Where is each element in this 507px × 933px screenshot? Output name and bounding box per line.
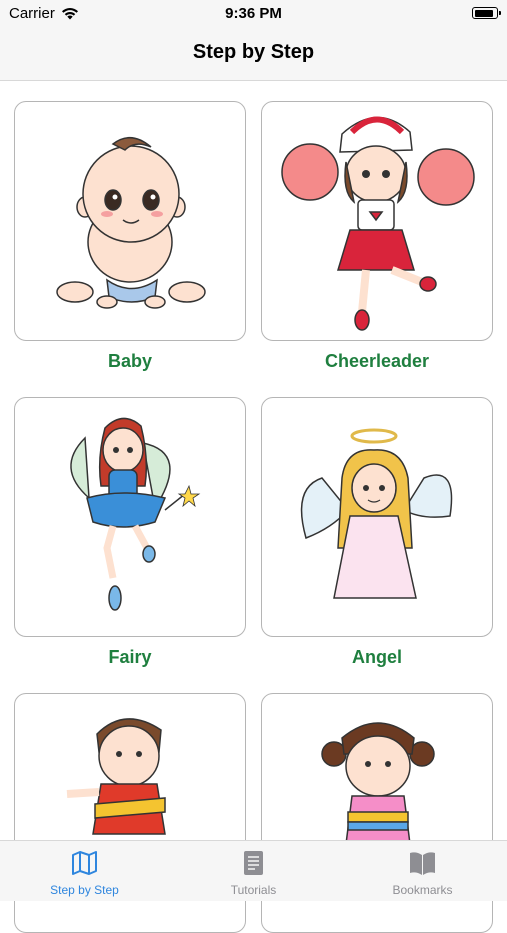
fairy-drawing bbox=[70, 417, 201, 611]
page-title: Step by Step bbox=[192, 41, 315, 63]
book-icon bbox=[410, 852, 435, 875]
tab-label-step-by-step: Step by Step bbox=[50, 883, 119, 897]
card-label-cheerleader[interactable]: Cheerleader bbox=[261, 351, 493, 372]
tab-bar: Step by Step Tutorials Bookmarks bbox=[0, 840, 507, 901]
tab-tutorials[interactable]: Tutorials bbox=[169, 841, 338, 901]
tab-label-tutorials: Tutorials bbox=[230, 883, 277, 897]
card-angel[interactable] bbox=[261, 397, 493, 637]
card-label-fairy[interactable]: Fairy bbox=[14, 647, 246, 668]
card-baby[interactable] bbox=[14, 101, 246, 341]
baby-drawing bbox=[56, 137, 206, 309]
map-icon bbox=[72, 851, 97, 875]
tab-step-by-step[interactable]: Step by Step bbox=[0, 841, 169, 901]
battery-level bbox=[474, 9, 493, 17]
document-icon bbox=[244, 851, 263, 875]
cheerleader-drawing bbox=[281, 116, 475, 331]
status-bar: Carrier 9:36 PM bbox=[0, 0, 507, 28]
battery-icon bbox=[472, 7, 501, 19]
card-label-angel[interactable]: Angel bbox=[261, 647, 493, 668]
angel-drawing bbox=[300, 428, 453, 599]
card-fairy[interactable] bbox=[14, 397, 246, 637]
card-label-baby[interactable]: Baby bbox=[14, 351, 246, 372]
tab-bookmarks[interactable]: Bookmarks bbox=[338, 841, 507, 901]
tab-label-bookmarks: Bookmarks bbox=[392, 883, 453, 897]
navigation-bar: Step by Step bbox=[0, 28, 507, 81]
status-time: 9:36 PM bbox=[225, 5, 282, 22]
card-cheerleader[interactable] bbox=[261, 101, 493, 341]
